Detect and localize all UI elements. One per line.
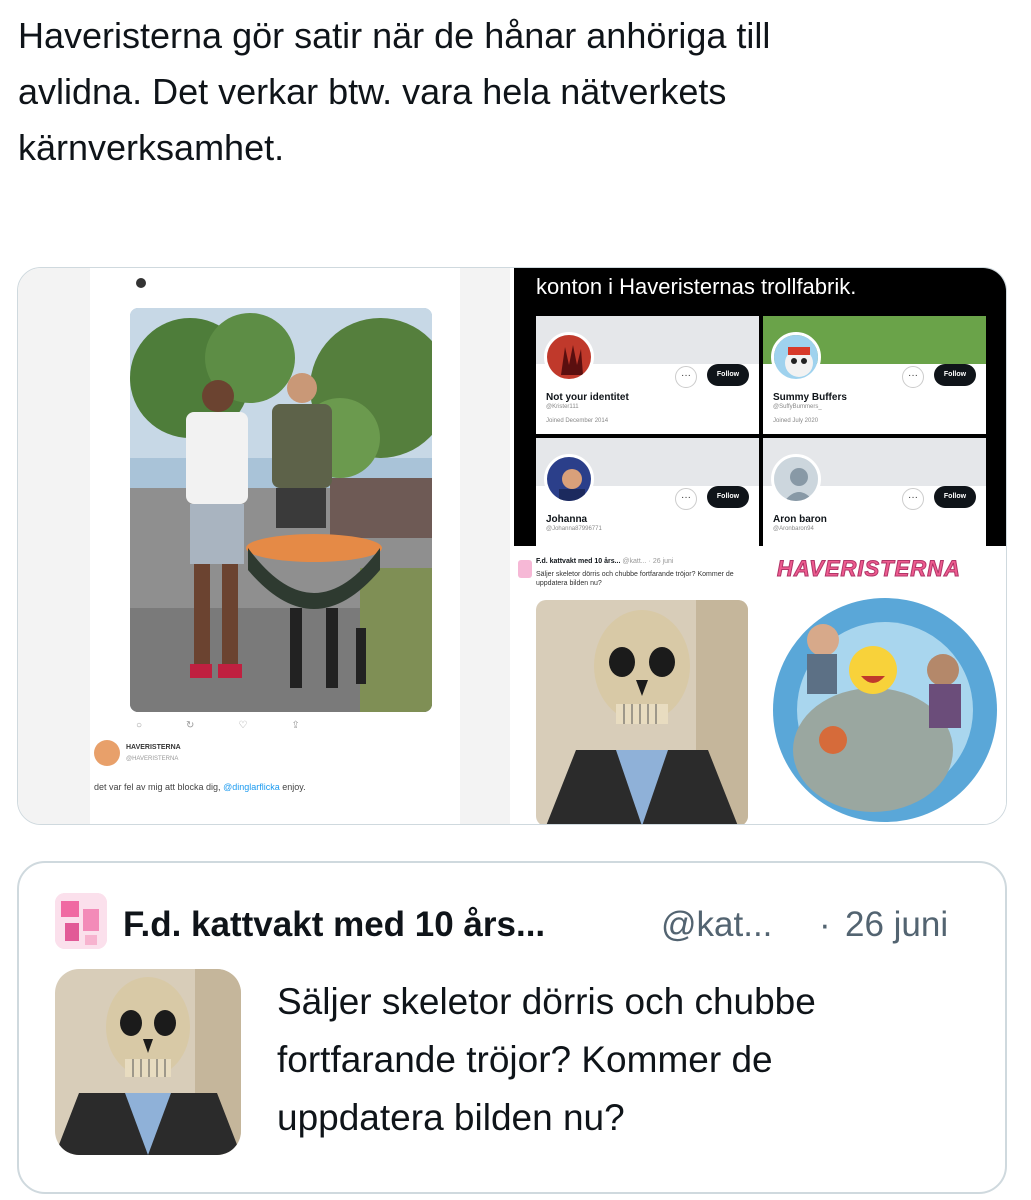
- follow-button[interactable]: Follow: [934, 364, 976, 386]
- quote-separator: ·: [819, 905, 831, 944]
- skull-photo: [536, 600, 748, 824]
- profile-card-johanna: ··· Follow Johanna @Johanna87996771: [536, 438, 759, 546]
- follow-button[interactable]: Follow: [707, 364, 749, 386]
- profile-joined: Joined July 2020: [773, 418, 819, 424]
- profile-name: Summy Buffers: [773, 392, 847, 403]
- profile-handle: @SuffyBummers_: [773, 404, 822, 410]
- profile-handle: @Krister111: [546, 404, 579, 410]
- profile-avatar: [544, 332, 594, 382]
- more-options-button[interactable]: ···: [902, 488, 924, 510]
- profile-name: Johanna: [546, 514, 588, 525]
- profile-name: Aron baron: [773, 514, 827, 525]
- media-image-troll-accounts[interactable]: konton i Haveristernas trollfabrik. ··· …: [514, 268, 1006, 546]
- embedded-tweet-header: F.d. kattvakt med 10 års... @katt... · 2…: [536, 558, 674, 565]
- profile-avatar: [544, 454, 594, 504]
- default-avatar-icon: [771, 454, 821, 504]
- media-image-skull-tweet[interactable]: F.d. kattvakt med 10 års... @katt... · 2…: [514, 550, 759, 824]
- media-image-haveristerna-cartoon[interactable]: HAVERISTERNA: [763, 550, 1006, 824]
- quote-tweet[interactable]: F.d. kattvakt med 10 års... @kat... · 26…: [17, 861, 1007, 1194]
- profile-joined: Joined December 2014: [546, 418, 609, 424]
- quote-text: Säljer skeletor dörris och chubbe fortfa…: [277, 981, 816, 1138]
- follow-button[interactable]: Follow: [707, 486, 749, 508]
- embedded-avatar-icon: [136, 278, 146, 288]
- quote-media-thumbnail[interactable]: [55, 969, 241, 1155]
- quote-author-handle[interactable]: @kat...: [661, 905, 772, 945]
- media-image-bbq-screenshot[interactable]: ○↻♡⇪ HAVERISTERNA @HAVERISTERNA det var …: [18, 268, 510, 824]
- profile-card-summy-buffers: ··· Follow Summy Buffers @SuffyBummers_ …: [763, 316, 986, 434]
- embedded-avatar-icon: [518, 560, 532, 578]
- media-grid[interactable]: ○↻♡⇪ HAVERISTERNA @HAVERISTERNA det var …: [17, 267, 1007, 825]
- profile-avatar: [771, 332, 821, 382]
- reply-handle: @HAVERISTERNA: [126, 756, 179, 762]
- cartoon-title: HAVERISTERNA: [777, 556, 961, 582]
- more-options-button[interactable]: ···: [675, 366, 697, 388]
- bbq-photo: [130, 308, 432, 712]
- profile-handle: @Johanna87996771: [546, 526, 602, 532]
- profile-handle: @Aronbaron94: [773, 526, 814, 532]
- quote-date[interactable]: 26 juni: [845, 905, 948, 945]
- embedded-tweet-text: Säljer skeletor dörris och chubbe fortfa…: [536, 571, 734, 587]
- reply-text: det var fel av mig att blocka dig, @ding…: [94, 782, 306, 792]
- troll-image-title: konton i Haveristernas trollfabrik.: [536, 274, 857, 299]
- profile-name: Not your identitet: [546, 392, 629, 403]
- tweet-text: Haveristerna gör satir när de hånar anhö…: [18, 15, 771, 168]
- follow-button[interactable]: Follow: [934, 486, 976, 508]
- reply-name: HAVERISTERNA: [126, 744, 181, 751]
- quote-author-name[interactable]: F.d. kattvakt med 10 års...: [123, 905, 545, 945]
- profile-card-not-your-identitet: ··· Follow Not your identitet @Krister11…: [536, 316, 759, 434]
- profile-card-aron-baron: ··· Follow Aron baron @Aronbaron94: [763, 438, 986, 546]
- quote-avatar[interactable]: [55, 893, 107, 949]
- more-options-button[interactable]: ···: [902, 366, 924, 388]
- more-options-button[interactable]: ···: [675, 488, 697, 510]
- embedded-tweet-actions: ○↻♡⇪: [136, 720, 344, 731]
- reply-avatar: [94, 740, 120, 766]
